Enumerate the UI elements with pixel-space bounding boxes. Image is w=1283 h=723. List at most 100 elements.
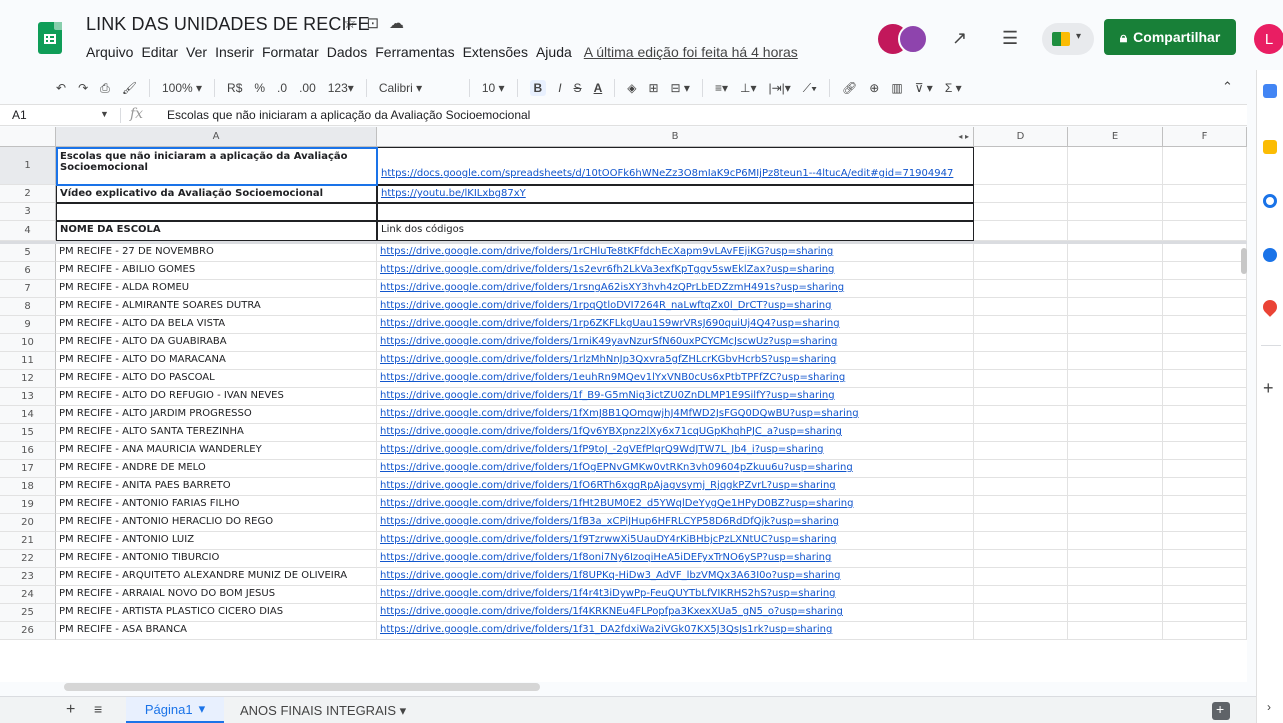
cell-school-name[interactable]: PM RECIFE - ALTO DO REFUGIO - IVAN NEVES [56, 388, 377, 406]
calendar-icon[interactable] [1263, 84, 1277, 98]
text-rotation-icon[interactable]: ⟋▾ [803, 81, 817, 96]
empty-cell[interactable] [1068, 147, 1163, 185]
cell-link[interactable]: https://drive.google.com/drive/folders/1… [377, 316, 974, 334]
paint-format-icon[interactable]: 🖌︎ [122, 81, 137, 95]
empty-cell[interactable] [1068, 622, 1163, 640]
cell-link[interactable]: https://youtu.be/lKILxbg87xY [377, 185, 974, 203]
italic-button[interactable]: I [558, 81, 561, 95]
empty-cell[interactable] [974, 262, 1068, 280]
insert-link-icon[interactable]: 🔗︎ [842, 81, 857, 95]
cell-school-name[interactable]: Vídeo explicativo da Avaliação Socioemoc… [56, 185, 377, 203]
empty-cell[interactable] [1068, 316, 1163, 334]
empty-cell[interactable] [1068, 352, 1163, 370]
empty-cell[interactable] [1163, 550, 1247, 568]
empty-cell[interactable] [1163, 203, 1247, 221]
empty-cell[interactable] [974, 203, 1068, 221]
collaborator-avatars[interactable] [878, 24, 928, 54]
cell-link[interactable]: https://drive.google.com/drive/folders/1… [377, 622, 974, 640]
chevron-right-icon[interactable]: › [1267, 700, 1271, 714]
row-header[interactable]: 10 [0, 334, 56, 352]
cell-school-name[interactable]: PM RECIFE - ANTONIO LUIZ [56, 532, 377, 550]
cell-school-name[interactable]: PM RECIFE - ANITA PAES BARRETO [56, 478, 377, 496]
empty-cell[interactable] [1068, 370, 1163, 388]
empty-cell[interactable] [1163, 388, 1247, 406]
collapse-menus-icon[interactable]: ⌃ [1222, 79, 1233, 95]
zoom-select[interactable]: 100% ▾ [162, 81, 202, 95]
text-color-button[interactable]: A [594, 81, 603, 95]
empty-cell[interactable] [1068, 262, 1163, 280]
keep-icon[interactable] [1263, 140, 1277, 154]
empty-cell[interactable] [1068, 496, 1163, 514]
empty-cell[interactable] [974, 442, 1068, 460]
empty-cell[interactable] [974, 406, 1068, 424]
cell-link[interactable]: https://drive.google.com/drive/folders/1… [377, 532, 974, 550]
empty-cell[interactable] [974, 221, 1068, 241]
share-button[interactable]: 🔒︎ Compartilhar [1104, 19, 1236, 55]
print-icon[interactable]: ⎙ [100, 81, 110, 96]
cell-school-name[interactable]: PM RECIFE - ASA BRANCA [56, 622, 377, 640]
empty-cell[interactable] [1163, 147, 1247, 185]
empty-cell[interactable] [1068, 478, 1163, 496]
empty-cell[interactable] [974, 586, 1068, 604]
column-header-f[interactable]: F [1163, 127, 1247, 147]
empty-cell[interactable] [1068, 244, 1163, 262]
empty-cell[interactable] [1163, 298, 1247, 316]
insert-chart-icon[interactable]: ▥ [891, 81, 902, 95]
percent-format-button[interactable]: % [254, 81, 265, 95]
cell-school-name[interactable]: PM RECIFE - ANDRE DE MELO [56, 460, 377, 478]
empty-cell[interactable] [974, 316, 1068, 334]
empty-cell[interactable] [974, 280, 1068, 298]
empty-cell[interactable] [1068, 532, 1163, 550]
row-header[interactable]: 7 [0, 280, 56, 298]
empty-cell[interactable] [1068, 298, 1163, 316]
cell-link-header[interactable] [377, 203, 974, 221]
cell-school-name[interactable]: PM RECIFE - ALTO SANTA TEREZINHA [56, 424, 377, 442]
vertical-align-icon[interactable]: ⊥▾ [740, 81, 756, 95]
empty-cell[interactable] [1163, 622, 1247, 640]
column-header-d[interactable]: D [974, 127, 1068, 147]
cell-school-name[interactable]: PM RECIFE - ARQUITETO ALEXANDRE MUNIZ DE… [56, 568, 377, 586]
column-header-b[interactable]: B ◂ ▸ [377, 127, 974, 147]
cell-school-name[interactable] [56, 203, 377, 221]
row-header[interactable]: 18 [0, 478, 56, 496]
menu-arquivo[interactable]: Arquivo [86, 44, 133, 60]
row-header[interactable]: 19 [0, 496, 56, 514]
star-icon[interactable]: ☆ [343, 14, 356, 32]
empty-cell[interactable] [974, 388, 1068, 406]
sheet-tab-anos-finais[interactable]: ANOS FINAIS INTEGRAIS ▾ [240, 703, 406, 719]
empty-cell[interactable] [1163, 244, 1247, 262]
increase-decimals-button[interactable]: .00 [299, 81, 316, 95]
maps-icon[interactable] [1260, 297, 1280, 317]
menu-inserir[interactable]: Inserir [215, 44, 254, 60]
cell-school-name[interactable]: PM RECIFE - ALTO DA BELA VISTA [56, 316, 377, 334]
cell-link[interactable]: https://drive.google.com/drive/folders/1… [377, 586, 974, 604]
cell-link[interactable]: https://drive.google.com/drive/folders/1… [377, 406, 974, 424]
empty-cell[interactable] [974, 298, 1068, 316]
row-header[interactable]: 20 [0, 514, 56, 532]
cell-link[interactable]: https://drive.google.com/drive/folders/1… [377, 424, 974, 442]
cell-link[interactable]: https://drive.google.com/drive/folders/1… [377, 496, 974, 514]
cell-link-header[interactable]: Link dos códigos [377, 221, 974, 241]
sheet-tab-active[interactable]: Página1 ▾ [126, 697, 224, 723]
undo-icon[interactable]: ↶ [56, 81, 66, 95]
empty-cell[interactable] [974, 604, 1068, 622]
cell-school-name[interactable]: NOME DA ESCOLA [56, 221, 377, 241]
empty-cell[interactable] [974, 568, 1068, 586]
cell-link[interactable]: https://drive.google.com/drive/folders/1… [377, 550, 974, 568]
row-header[interactable]: 17 [0, 460, 56, 478]
row-header[interactable]: 24 [0, 586, 56, 604]
document-title[interactable]: LINK DAS UNIDADES DE RECIFE [86, 14, 370, 35]
empty-cell[interactable] [1163, 586, 1247, 604]
empty-cell[interactable] [1068, 514, 1163, 532]
column-header-a[interactable]: A [56, 127, 377, 147]
empty-cell[interactable] [974, 496, 1068, 514]
row-header[interactable]: 1 [0, 147, 56, 185]
empty-cell[interactable] [1163, 316, 1247, 334]
cell-school-name[interactable]: PM RECIFE - ARTISTA PLASTICO CICERO DIAS [56, 604, 377, 622]
row-header[interactable]: 25 [0, 604, 56, 622]
functions-icon[interactable]: Σ ▾ [945, 81, 962, 95]
row-header[interactable]: 21 [0, 532, 56, 550]
redo-icon[interactable]: ↷ [78, 81, 88, 95]
empty-cell[interactable] [1163, 514, 1247, 532]
empty-cell[interactable] [1163, 370, 1247, 388]
